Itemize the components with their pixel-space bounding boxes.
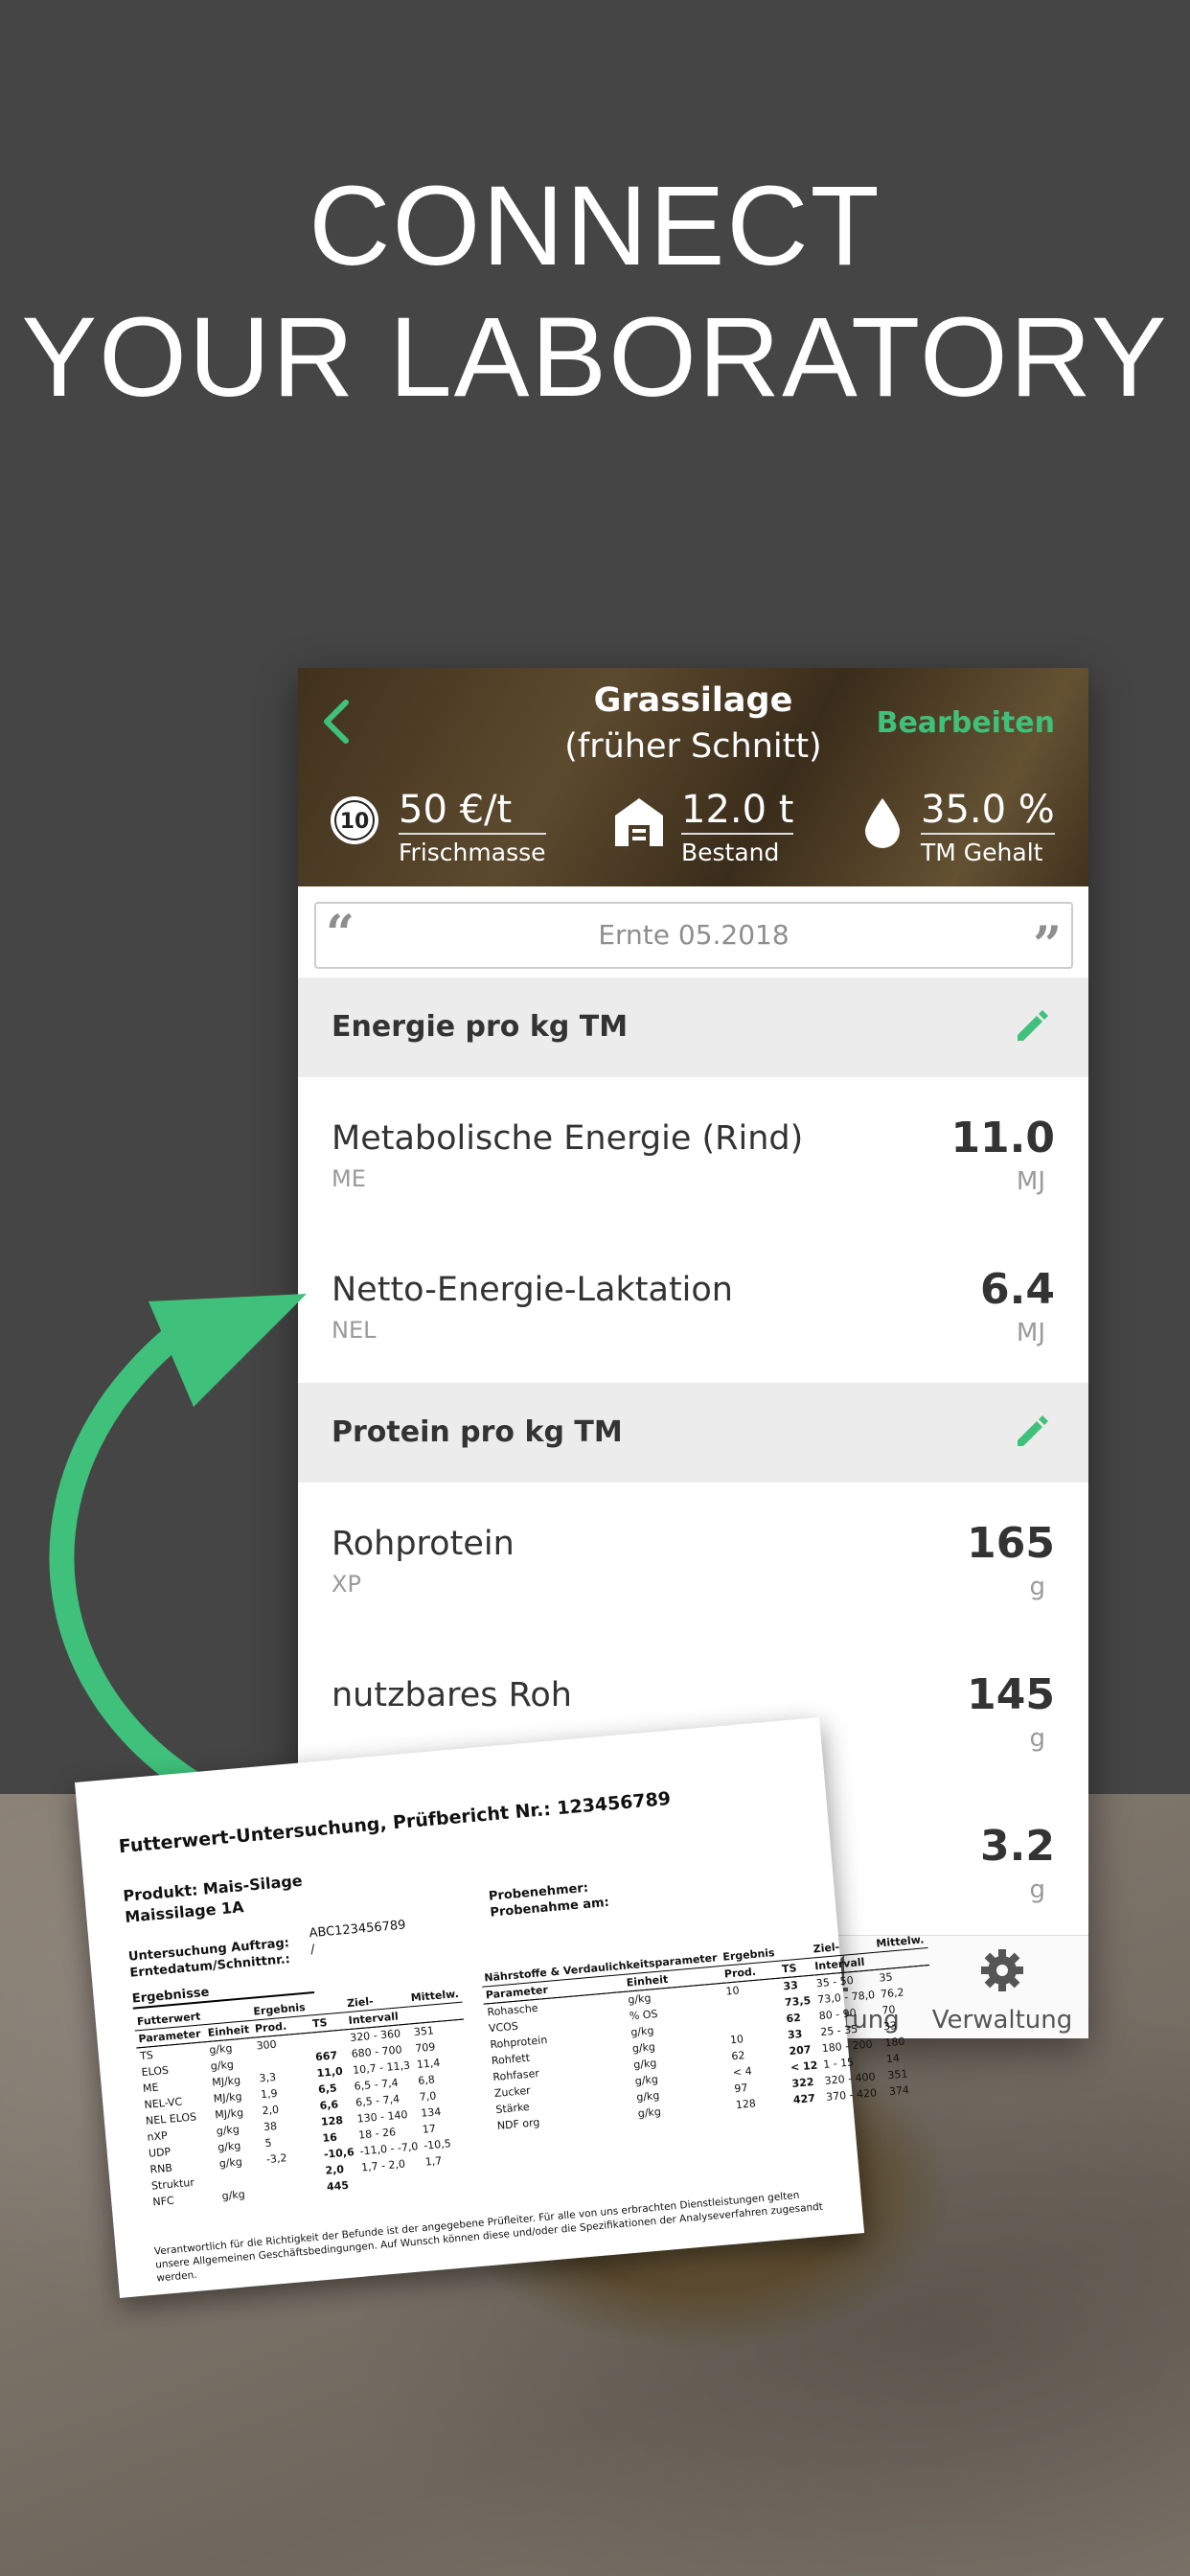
stat-price-label: Frischmasse [399, 839, 546, 866]
item-abbr: ME [332, 1165, 366, 1192]
stat-dry-matter: 35.0 % TM Gehalt [921, 789, 1055, 866]
table-cell: 445 [326, 2178, 350, 2194]
item-value: 3.2 [980, 1822, 1055, 1871]
report-product: Produkt: Mais-Silage Maissilage 1A [123, 1871, 306, 1928]
item-value: 145 [967, 1670, 1055, 1719]
report-order-values: ABC123456789 / [309, 1917, 408, 1958]
section-energy: Energie pro kg TM [298, 978, 1088, 1077]
svg-text:10: 10 [340, 810, 370, 834]
harvest-note[interactable]: “ Ernte 05.2018 ” [314, 902, 1073, 975]
item-abbr: NEL [332, 1317, 377, 1344]
item-name: Netto-Energie-Laktation [332, 1271, 733, 1309]
list-item[interactable]: Rohprotein XP 165 g [298, 1483, 1088, 1635]
stat-stock-value: 12.0 t [681, 789, 794, 835]
item-name: nutzbares Roh [332, 1676, 572, 1714]
table-cell [423, 2166, 478, 2187]
pencil-icon[interactable] [1012, 1006, 1052, 1050]
harvest-note-text: Ernte 05.2018 [598, 919, 790, 951]
stat-price: 50 €/t Frischmasse [399, 789, 546, 866]
list-item[interactable]: Netto-Energie-Laktation NEL 6.4 MJ [298, 1229, 1088, 1380]
stat-dry-matter-value: 35.0 % [921, 789, 1055, 835]
section-protein: Protein pro kg TM [298, 1383, 1088, 1483]
table-cell: g/kg [221, 2188, 246, 2203]
app-header: Grassilage (früher Schnitt) Bearbeiten 1… [298, 668, 1088, 886]
table-cell: 427 [792, 2091, 816, 2106]
item-unit: MJ [1016, 1319, 1045, 1347]
edit-button[interactable]: Bearbeiten [877, 706, 1055, 740]
barn-icon [611, 794, 667, 852]
tab-verwaltung[interactable]: Verwaltung [921, 1947, 1084, 2035]
stat-dry-matter-label: TM Gehalt [921, 839, 1043, 866]
gear-icon [981, 1949, 1023, 1991]
section-energy-title: Energie pro kg TM [332, 1010, 629, 1044]
pencil-icon[interactable] [1012, 1412, 1052, 1456]
report-sampler-labels: Probenehmer: Probenahme am: [488, 1878, 609, 1921]
lab-report: Futterwert-Untersuchung, Prüfbericht Nr.… [75, 1717, 929, 2298]
report-title: Futterwert-Untersuchung, Prüfbericht Nr.… [118, 1787, 672, 1858]
section-protein-title: Protein pro kg TM [332, 1415, 623, 1449]
report-table-left: Futterwert Ergebnis Ziel- Mittelw. Param… [133, 1985, 478, 2211]
stat-stock-label: Bestand [681, 839, 780, 866]
item-value: 11.0 [950, 1114, 1055, 1162]
tab-verwaltung-label: Verwaltung [931, 2006, 1073, 2035]
headline-line1: CONNECT [309, 163, 881, 289]
list-item[interactable]: Metabolische Energie (Rind) ME 11.0 MJ [298, 1077, 1088, 1230]
drop-icon [861, 794, 904, 852]
item-name: Metabolische Energie (Rind) [332, 1119, 804, 1158]
item-abbr: XP [332, 1571, 361, 1598]
item-value: 165 [967, 1519, 1055, 1568]
item-unit: MJ [1016, 1167, 1045, 1196]
coin-icon: 10 [329, 794, 380, 850]
item-name: Rohprotein [332, 1525, 515, 1563]
quote-close-icon: ” [1033, 916, 1062, 975]
item-unit: g [1029, 1724, 1045, 1753]
stat-stock: 12.0 t Bestand [681, 789, 794, 866]
stat-price-value: 50 €/t [399, 789, 546, 835]
item-value: 6.4 [980, 1265, 1055, 1314]
item-unit: g [1029, 1875, 1045, 1904]
headline-line2: YOUR LABORATORY [21, 294, 1169, 421]
report-order-labels: Untersuchung Auftrag: Erntedatum/Schnitt… [127, 1935, 291, 1982]
item-unit: g [1029, 1573, 1045, 1601]
connect-arrow-icon [49, 1294, 307, 1795]
